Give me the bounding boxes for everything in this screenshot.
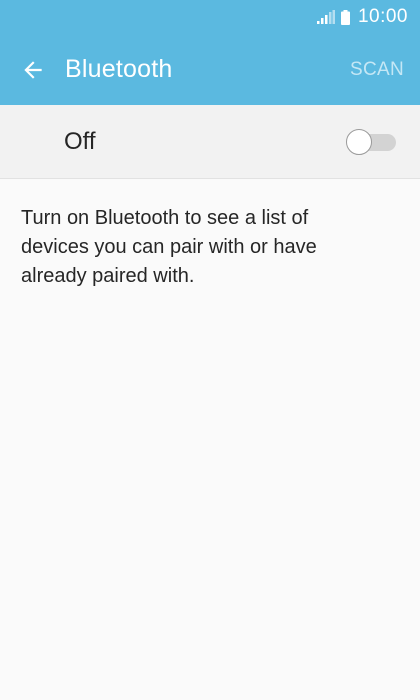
arrow-back-icon xyxy=(24,60,42,79)
battery-icon xyxy=(340,9,350,25)
toggle-thumb xyxy=(346,128,372,155)
bluetooth-settings-screen: 10:00 Bluetooth SCAN Off Turn on Bluetoo… xyxy=(0,0,420,700)
header: 10:00 Bluetooth SCAN xyxy=(0,0,420,105)
app-bar: Bluetooth SCAN xyxy=(0,34,420,105)
bluetooth-toggle-row[interactable]: Off xyxy=(0,105,420,179)
back-button[interactable] xyxy=(2,42,64,98)
scan-button[interactable]: SCAN xyxy=(350,59,404,81)
bluetooth-toggle-switch[interactable] xyxy=(346,128,396,155)
bluetooth-toggle-label: Off xyxy=(64,127,96,155)
status-bar: 10:00 xyxy=(0,0,420,34)
status-clock: 10:00 xyxy=(357,6,408,27)
signal-icon xyxy=(316,10,335,24)
bluetooth-description: Turn on Bluetooth to see a list of devic… xyxy=(21,207,317,287)
page-title: Bluetooth xyxy=(65,55,173,83)
